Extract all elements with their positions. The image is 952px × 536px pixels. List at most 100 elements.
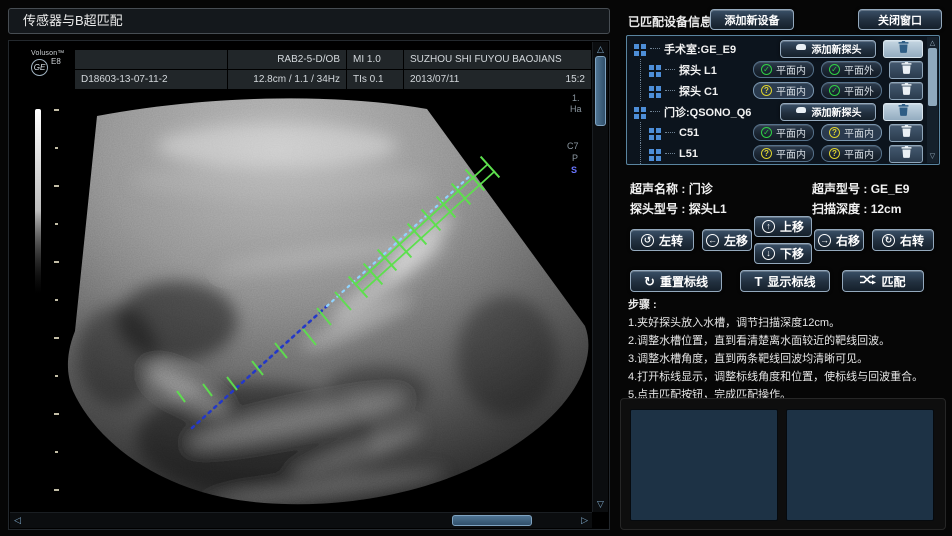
status-button-label: 平面内 (776, 125, 806, 140)
vertical-scroll-thumb[interactable] (595, 56, 606, 126)
inplane-status-button[interactable]: ? 平面内 (753, 145, 814, 162)
model-label: E8 (51, 57, 61, 66)
close-window-button[interactable]: 关闭窗口 (858, 9, 942, 30)
status-button-label: 平面内 (844, 125, 874, 140)
tree-connector (665, 69, 675, 70)
side-annotation: P (572, 153, 578, 163)
window-title-bar: 传感器与B超匹配 (8, 8, 610, 34)
tree-connector (650, 48, 660, 49)
arrow-left-icon: ← (706, 234, 719, 247)
show-line-button[interactable]: T 显示标线 (740, 270, 830, 292)
header-cell-empty (75, 50, 227, 69)
check-icon: ✓ (761, 127, 772, 138)
brand-label: Voluson™ (31, 50, 75, 57)
scroll-up-icon[interactable]: △ (927, 39, 938, 48)
tree-connector (665, 153, 675, 154)
tgc-bar (35, 109, 41, 294)
scroll-right-icon[interactable]: ▷ (581, 516, 588, 525)
inplane-status-button[interactable]: ? 平面内 (753, 82, 814, 99)
delete-device-button[interactable] (883, 103, 923, 121)
move-left-label: 左移 (724, 232, 748, 249)
status-button-label: 平面内 (776, 62, 806, 77)
probe-icon (795, 105, 807, 118)
arrow-up-icon: ↑ (762, 220, 775, 233)
field-value: 门诊 (689, 182, 713, 196)
tree-probe-row[interactable]: C51 ✓ 平面内 ? 平面内 (627, 122, 939, 143)
scroll-down-icon[interactable]: ▽ (593, 500, 608, 509)
rotate-left-button[interactable]: ↺ 左转 (630, 229, 694, 251)
add-probe-button[interactable]: 添加新探头 (780, 40, 876, 58)
scan-depth-field: 扫描深度 : 12cm (812, 200, 901, 217)
match-button[interactable]: 匹配 (842, 270, 924, 292)
tree-node-icon (634, 106, 646, 118)
tree-connector (640, 80, 642, 101)
delete-probe-button[interactable] (889, 82, 923, 100)
ultrasound-image (27, 91, 597, 516)
tree-probe-row[interactable]: 探头 L1 ✓ 平面内 ✓ 平面外 (627, 59, 939, 80)
delete-probe-button[interactable] (889, 61, 923, 79)
add-probe-button[interactable]: 添加新探头 (780, 103, 876, 121)
tree-scroll-thumb[interactable] (928, 48, 937, 106)
outplane-status-button[interactable]: ✓ 平面外 (821, 61, 882, 78)
tree-probe-row[interactable]: 探头 C1 ? 平面内 ✓ 平面外 (627, 80, 939, 101)
field-value: GE_E9 (871, 182, 910, 196)
move-right-button[interactable]: → 右移 (814, 229, 864, 251)
crosshair-icon: T (755, 275, 763, 288)
move-down-button[interactable]: ↓ 下移 (754, 243, 812, 264)
mi-value: MI 1.0 (347, 50, 403, 69)
delete-probe-button[interactable] (889, 145, 923, 163)
reset-line-label: 重置标线 (660, 273, 708, 290)
step-item: 4.打开标线显示，调整标线角度和位置，使标线与回波重合。 (628, 368, 940, 386)
tree-probe-row[interactable]: L51 ? 平面内 ? 平面内 (627, 143, 939, 164)
reset-line-button[interactable]: ↻ 重置标线 (630, 270, 722, 292)
add-device-button[interactable]: 添加新设备 (710, 9, 794, 30)
probe-name: 探头 C1 (679, 83, 718, 99)
vertical-scrollbar[interactable]: △ ▽ (592, 42, 608, 512)
rotate-right-button[interactable]: ↻ 右转 (872, 229, 934, 251)
tree-node-icon (649, 64, 661, 76)
tree-connector (650, 111, 660, 112)
tree-connector (640, 122, 642, 143)
machine-logo: Voluson™ GEE8 (31, 50, 75, 88)
depth-scale (54, 109, 59, 491)
inplane-status-button[interactable]: ✓ 平面内 (753, 124, 814, 141)
status-button-label: 平面外 (844, 83, 874, 98)
trash-icon (898, 104, 909, 119)
question-icon: ? (829, 148, 840, 159)
side-annotation: Ha (570, 104, 582, 114)
horizontal-scrollbar[interactable]: ◁ ▷ (10, 512, 592, 528)
move-left-button[interactable]: ← 左移 (702, 229, 752, 251)
tree-scrollbar[interactable]: △ ▽ (927, 37, 938, 163)
datetime-cell: 2013/07/11 15:2 (404, 70, 591, 89)
device-tree: 手术室:GE_E9 添加新探头 探头 L1 ✓ 平面内 (626, 35, 940, 165)
trash-icon (901, 83, 912, 98)
inplane-status-button[interactable]: ✓ 平面内 (753, 61, 814, 78)
tree-connector (665, 90, 675, 91)
delete-probe-button[interactable] (889, 124, 923, 142)
scroll-down-icon[interactable]: ▽ (927, 152, 938, 161)
outplane-status-button[interactable]: ✓ 平面外 (821, 82, 882, 99)
status-button-label: 平面内 (844, 146, 874, 161)
rotate-right-icon: ↻ (882, 234, 895, 247)
tree-connector (640, 59, 642, 80)
probe-model-field: 探头型号 : 探头L1 (630, 200, 727, 217)
preview-panel-left (630, 409, 778, 521)
tree-connector (640, 143, 642, 164)
device-name: 手术室:GE_E9 (664, 41, 736, 57)
tree-device-row[interactable]: 手术室:GE_E9 添加新探头 (627, 38, 939, 59)
arrow-right-icon: → (818, 234, 831, 247)
add-device-label: 添加新设备 (725, 12, 780, 28)
scroll-left-icon[interactable]: ◁ (14, 516, 21, 525)
inplane-status-button[interactable]: ? 平面内 (821, 124, 882, 141)
delete-device-button[interactable] (883, 40, 923, 58)
scroll-up-icon[interactable]: △ (593, 45, 608, 54)
move-right-label: 右移 (836, 232, 860, 249)
trash-icon (901, 146, 912, 161)
move-up-button[interactable]: ↑ 上移 (754, 216, 812, 237)
tree-device-row[interactable]: 门诊:QSONO_Q6 添加新探头 (627, 101, 939, 122)
horizontal-scroll-thumb[interactable] (452, 515, 532, 526)
status-button-label: 平面外 (844, 62, 874, 77)
trash-icon (901, 62, 912, 77)
inplane-status-button[interactable]: ? 平面内 (821, 145, 882, 162)
probe-name: 探头 L1 (679, 62, 717, 78)
